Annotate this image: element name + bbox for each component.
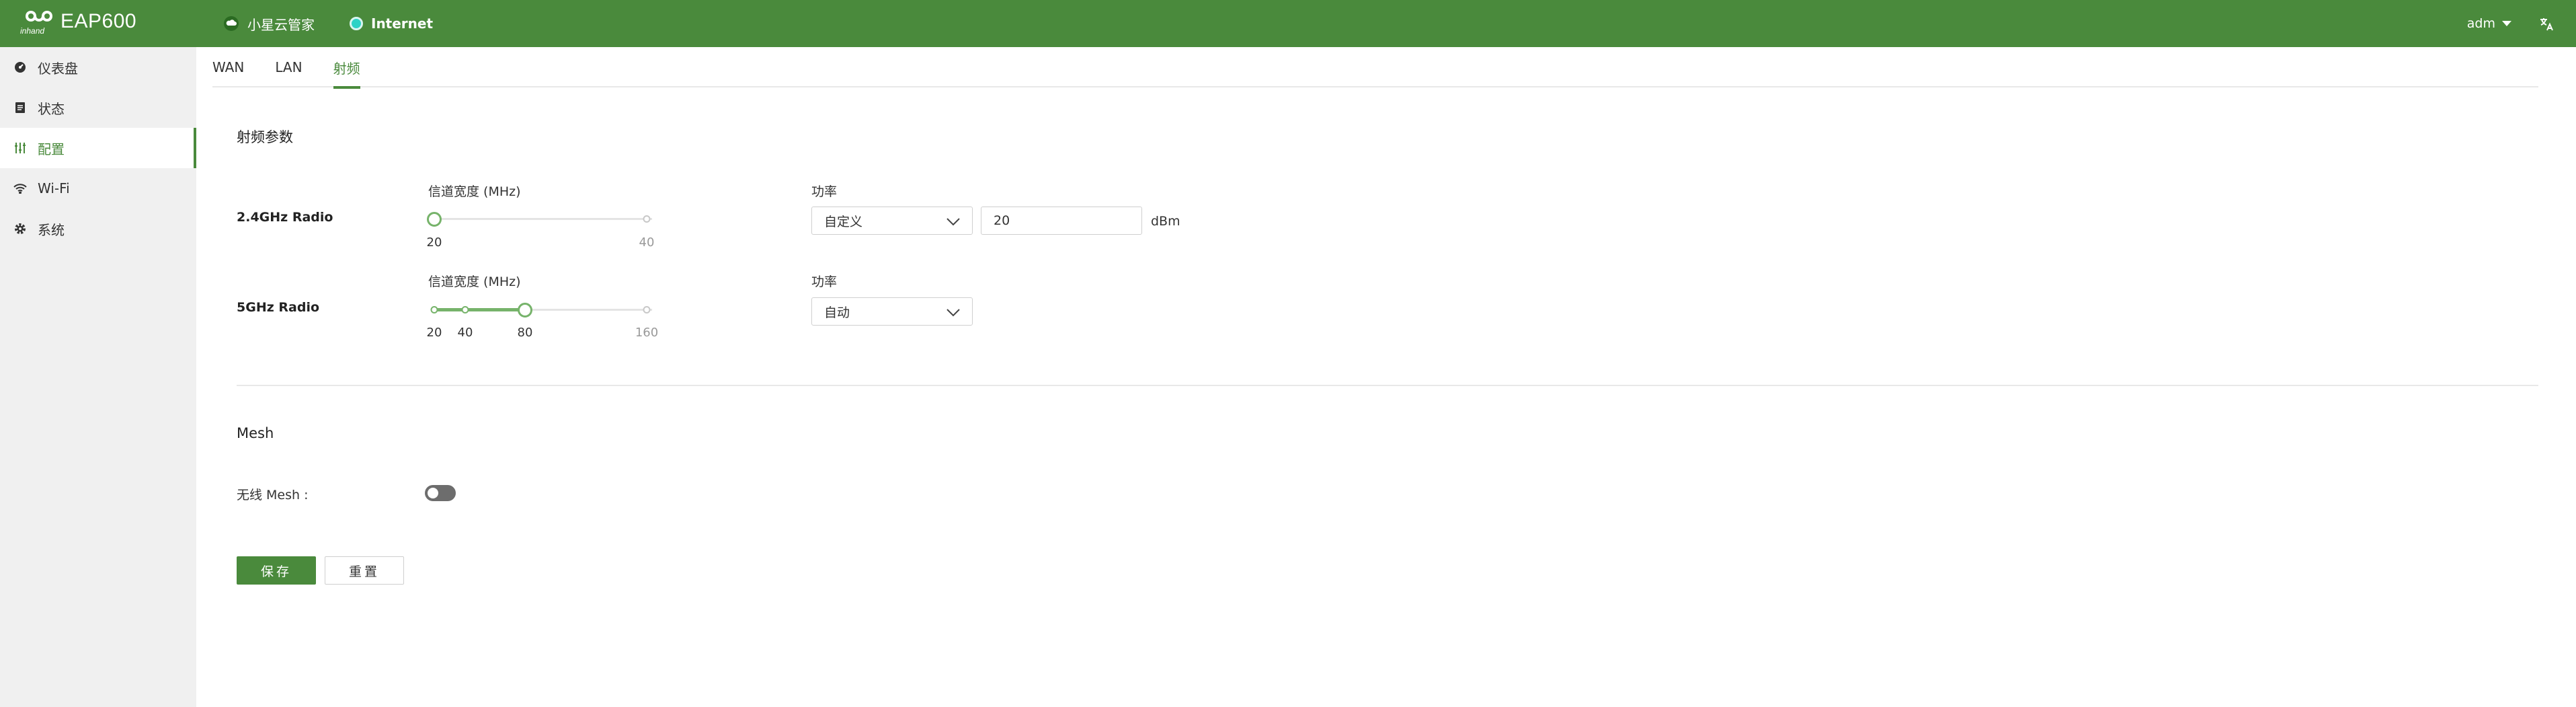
sidebar-item-label: 状态 bbox=[38, 100, 65, 117]
save-button[interactable]: 保存 bbox=[237, 556, 316, 585]
band5-tick-20: 20 bbox=[426, 326, 442, 340]
sidebar-item-label: 系统 bbox=[38, 221, 65, 238]
band5-width-slider[interactable] bbox=[430, 303, 652, 318]
dashboard-icon bbox=[13, 61, 27, 74]
band24-tick-20: 20 bbox=[426, 235, 442, 250]
band5-tick-40: 40 bbox=[457, 326, 473, 340]
status-dot-icon bbox=[350, 17, 363, 30]
band5-label: 5GHz Radio bbox=[237, 300, 320, 315]
select-value: 自定义 bbox=[824, 214, 863, 229]
brand-logo: inhand EAP600 bbox=[20, 7, 136, 36]
brand-name: EAP600 bbox=[61, 10, 137, 32]
tab-radio[interactable]: 射频 bbox=[333, 47, 360, 89]
band24-power-input[interactable] bbox=[981, 207, 1142, 235]
wifi-icon bbox=[13, 182, 27, 195]
slider-stop[interactable] bbox=[461, 306, 469, 313]
chevron-down-icon bbox=[947, 215, 960, 230]
band24-power-mode-select[interactable]: 自定义 bbox=[811, 207, 973, 235]
slider-handle[interactable] bbox=[518, 303, 532, 318]
inhand-logo-icon: inhand bbox=[20, 7, 55, 36]
toggle-knob bbox=[428, 488, 438, 498]
wireless-mesh-label: 无线 Mesh : bbox=[237, 488, 309, 503]
band24-power-label: 功率 bbox=[811, 184, 838, 199]
sidebar-item-status[interactable]: 状态 bbox=[0, 87, 196, 128]
sidebar-item-label: 配置 bbox=[38, 141, 65, 157]
sidebar-item-dashboard[interactable]: 仪表盘 bbox=[0, 47, 196, 87]
band24-power-unit: dBm bbox=[1151, 214, 1180, 229]
band5-width-label: 信道宽度 (MHz) bbox=[428, 274, 521, 289]
slider-stop[interactable] bbox=[643, 306, 651, 313]
status-icon bbox=[13, 101, 27, 114]
band24-tick-40: 40 bbox=[639, 235, 655, 250]
chevron-down-icon bbox=[947, 306, 960, 321]
username: adm bbox=[2466, 16, 2495, 31]
mesh-section-title: Mesh bbox=[237, 425, 274, 441]
config-tabs: WAN LAN 射频 bbox=[212, 47, 2538, 89]
svg-text:inhand: inhand bbox=[20, 26, 44, 36]
sidebar-item-wifi[interactable]: Wi-Fi bbox=[0, 168, 196, 209]
cloud-manager-label: 小星云管家 bbox=[247, 16, 315, 33]
band5-power-mode-select[interactable]: 自动 bbox=[811, 297, 973, 326]
band5-tick-160: 160 bbox=[635, 326, 659, 340]
tab-lan[interactable]: LAN bbox=[275, 47, 302, 87]
band24-label: 2.4GHz Radio bbox=[237, 210, 333, 225]
slider-handle[interactable] bbox=[427, 212, 442, 227]
user-menu[interactable]: adm bbox=[2467, 0, 2511, 47]
band24-width-slider[interactable] bbox=[427, 212, 652, 227]
top-bar: inhand EAP600 小星云管家 Internet adm bbox=[0, 0, 2576, 47]
tab-wan[interactable]: WAN bbox=[212, 47, 244, 87]
sidebar-item-config[interactable]: 配置 bbox=[0, 128, 196, 168]
chevron-down-icon bbox=[2502, 21, 2511, 26]
section-divider bbox=[237, 385, 2538, 386]
radio-section-title: 射频参数 bbox=[237, 129, 293, 145]
wireless-mesh-toggle[interactable] bbox=[425, 485, 456, 501]
slider-stop[interactable] bbox=[643, 215, 651, 223]
sidebar-item-label: Wi-Fi bbox=[38, 180, 70, 196]
sidebar-item-system[interactable]: 系统 bbox=[0, 209, 196, 249]
select-value: 自动 bbox=[824, 305, 850, 320]
band24-width-label: 信道宽度 (MHz) bbox=[428, 184, 521, 199]
internet-label: Internet bbox=[371, 15, 434, 32]
config-icon bbox=[13, 141, 27, 155]
sidebar: 仪表盘 状态 配置 Wi-Fi 系统 bbox=[0, 47, 196, 707]
sidebar-item-label: 仪表盘 bbox=[38, 60, 78, 77]
reset-button[interactable]: 重置 bbox=[325, 556, 404, 585]
gear-icon bbox=[13, 222, 27, 235]
cloud-manager-link[interactable]: 小星云管家 bbox=[223, 0, 315, 47]
slider-stop[interactable] bbox=[430, 306, 438, 313]
band5-power-label: 功率 bbox=[811, 274, 838, 289]
internet-status[interactable]: Internet bbox=[350, 0, 433, 47]
language-icon[interactable] bbox=[2537, 15, 2556, 34]
band5-tick-80: 80 bbox=[517, 326, 533, 340]
cloud-icon bbox=[223, 15, 239, 32]
